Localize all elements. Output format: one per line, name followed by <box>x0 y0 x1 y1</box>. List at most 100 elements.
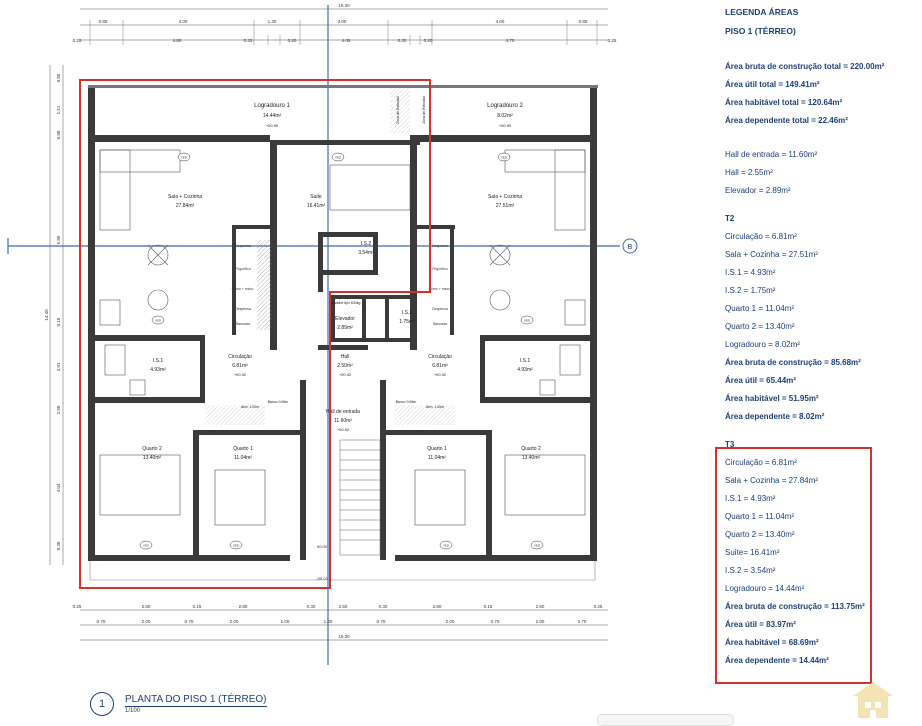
label-logradouro2-area: 8.02m² <box>497 113 513 119</box>
dim-left-6: 2.80 <box>56 405 61 414</box>
label-circ-right-area: 6.81m² <box>432 363 448 369</box>
dim-top-r1-3: 3.00 <box>338 19 347 24</box>
label-is2-left: I.S.2 <box>361 241 372 247</box>
label-zona-estendal-2: Zona de Estendal <box>422 96 426 124</box>
kitchen-label-left-2: Forno + micro. <box>232 287 255 291</box>
ved-tag-3: VED <box>497 152 511 162</box>
drawing-number: 1 <box>90 692 114 716</box>
label-quarto1-right: Quarto 1 <box>427 446 447 452</box>
legend-total-3: Área dependente total = 22.46m² <box>725 116 848 125</box>
legend-t2-item-6: Logradouro = 8.02m² <box>725 340 800 349</box>
label-logradouro1-area: 14.44m² <box>263 113 282 119</box>
hatched-strip <box>390 88 410 133</box>
dim-bot-r1-5: 2.50 <box>339 604 348 609</box>
t3-legend-highlight <box>715 447 872 684</box>
label-zona-estendal-1: Zona de Estendal <box>396 96 400 124</box>
label-banco-right: Banco 0.65m <box>396 400 417 404</box>
kitchen-label-right-2: Forno + micro. <box>429 287 452 291</box>
stair-hatch <box>257 240 272 330</box>
ved-tag-4: VED <box>151 315 165 325</box>
dim-bot-r1-8: 0.15 <box>484 604 493 609</box>
label-quarto2-right: Quarto 2 <box>521 446 541 452</box>
dim-bot-r1-7: 2.80 <box>433 604 442 609</box>
dimension-labels-bottom: 0.25 2.80 0.15 2.80 0.30 2.50 0.30 2.80 … <box>73 604 603 639</box>
label-hall-area: 2.50m² <box>337 363 353 369</box>
dim-bot-r1-9: 2.80 <box>536 604 545 609</box>
label-sala-right: Sala + Cozinha <box>488 194 522 200</box>
label-sala-left-area: 27.84m² <box>176 203 195 209</box>
legend-subtitle: PISO 1 (TÉRREO) <box>725 25 796 36</box>
ved-tag-5: VED <box>520 315 534 325</box>
label-hall-entrada-level: +00.92 <box>337 427 350 432</box>
dim-bot-r1-0: 0.25 <box>73 604 82 609</box>
kitchen-labels-right: Despensa Frigorífico Forno + micro. Desp… <box>429 244 452 326</box>
svg-text:VED: VED <box>534 544 541 548</box>
svg-text:VED: VED <box>181 156 188 160</box>
dim-left-1: 1.51 <box>56 105 61 114</box>
svg-text:VED: VED <box>335 156 342 160</box>
label-elevador: Elevador <box>335 316 355 322</box>
kitchen-label-right-0: Despensa <box>432 244 448 248</box>
stairs <box>339 439 381 556</box>
section-marker: B <box>622 238 638 254</box>
house-logo-icon <box>853 682 893 718</box>
dim-bot-r2-6: 0.70 <box>377 619 386 624</box>
svg-text:VED: VED <box>501 156 508 160</box>
dim-bot-r2-10: 0.70 <box>578 619 587 624</box>
label-is2-right-area: 1.75m² <box>399 319 415 325</box>
legend-t2-total-1: Área útil = 65.44m² <box>725 376 796 385</box>
label-is1-left-area: 4.93m² <box>150 367 166 373</box>
legend-t2-item-0: Circulação = 6.81m² <box>725 232 797 241</box>
label-circ-left-area: 6.81m² <box>232 363 248 369</box>
dim-bot-total: 15.30 <box>338 634 350 639</box>
label-logradouro1-level: +00.90 <box>266 123 279 128</box>
dim-bot-r2-7: 2.00 <box>446 619 455 624</box>
dim-bot-r2-3: 2.00 <box>230 619 239 624</box>
ved-tag-9: VED <box>530 540 544 550</box>
search-bar[interactable] <box>597 714 734 726</box>
legend-t2-total-3: Área dependente = 8.02m² <box>725 412 825 421</box>
label-quarto2-left: Quarto 2 <box>142 446 162 452</box>
legend-total-2: Área habitável total = 120.64m² <box>725 98 843 107</box>
label-circ-right: Circulação <box>428 354 452 360</box>
label-is1-right-area: 4.93m² <box>517 367 533 373</box>
dim-top-r2-5: 0.30 <box>398 38 407 43</box>
dim-top-r1-5: 0.85 <box>579 19 588 24</box>
dim-left-3: 5.80 <box>56 235 61 244</box>
ved-tag-8: VED <box>439 540 453 550</box>
legend-t2-item-4: Quarto 1 = 11.04m² <box>725 304 794 313</box>
drawing-scale: 1/100 <box>125 708 141 714</box>
dim-bot-r2-4: 1.00 <box>281 619 290 624</box>
svg-text:VED: VED <box>233 544 240 548</box>
dim-bot-r2-2: 0.70 <box>185 619 194 624</box>
legend-total-1: Área útil total = 149.41m² <box>725 80 820 89</box>
label-banco-left: Banco 0.65m <box>268 400 289 404</box>
legend-t2-total-0: Área bruta de construção = 85.68m² <box>725 358 861 367</box>
t3-highlight-outline <box>79 79 431 589</box>
label-quarto2-right-area: 13.40m² <box>522 455 541 461</box>
label-circ-left: Circulação <box>228 354 252 360</box>
ved-tag-1: VED <box>177 152 191 162</box>
label-hall-level: +00.92 <box>339 372 352 377</box>
label-quarto1-left-area: 11.04m² <box>234 455 252 461</box>
dim-top-r2-0: 0.25 <box>73 38 82 43</box>
legend-t2-item-1: Sala + Cozinha = 27.51m² <box>725 250 818 259</box>
label-quarto1-left: Quarto 1 <box>233 446 253 452</box>
label-arm-right: Arm. 1.00m <box>426 405 444 409</box>
dim-left-7: 4.04 <box>56 483 61 492</box>
dim-bot-r1-4: 0.30 <box>307 604 316 609</box>
dim-left-0: 0.85 <box>56 73 61 82</box>
drawing-title: PLANTA DO PISO 1 (TÉRREO) <box>125 694 267 707</box>
dim-left-5: 3.91 <box>56 362 61 371</box>
label-sala-right-area: 27.51m² <box>496 203 515 209</box>
dim-bot-r1-2: 0.15 <box>193 604 202 609</box>
label-quarto1-right-area: 11.04m² <box>428 455 446 461</box>
label-is1-left: I.S.1 <box>153 358 164 364</box>
label-quarto2-left-area: 13.40m² <box>143 455 162 461</box>
label-logradouro1: Logradouro 1 <box>254 103 290 109</box>
dim-bot-r2-1: 2.00 <box>142 619 151 624</box>
dim-top-r1-1: 4.00 <box>179 19 188 24</box>
label-is1-right: I.S.1 <box>520 358 531 364</box>
dim-top-r2-6: 0.20 <box>424 38 433 43</box>
label-is2-left-area: 3.54m² <box>358 250 374 256</box>
